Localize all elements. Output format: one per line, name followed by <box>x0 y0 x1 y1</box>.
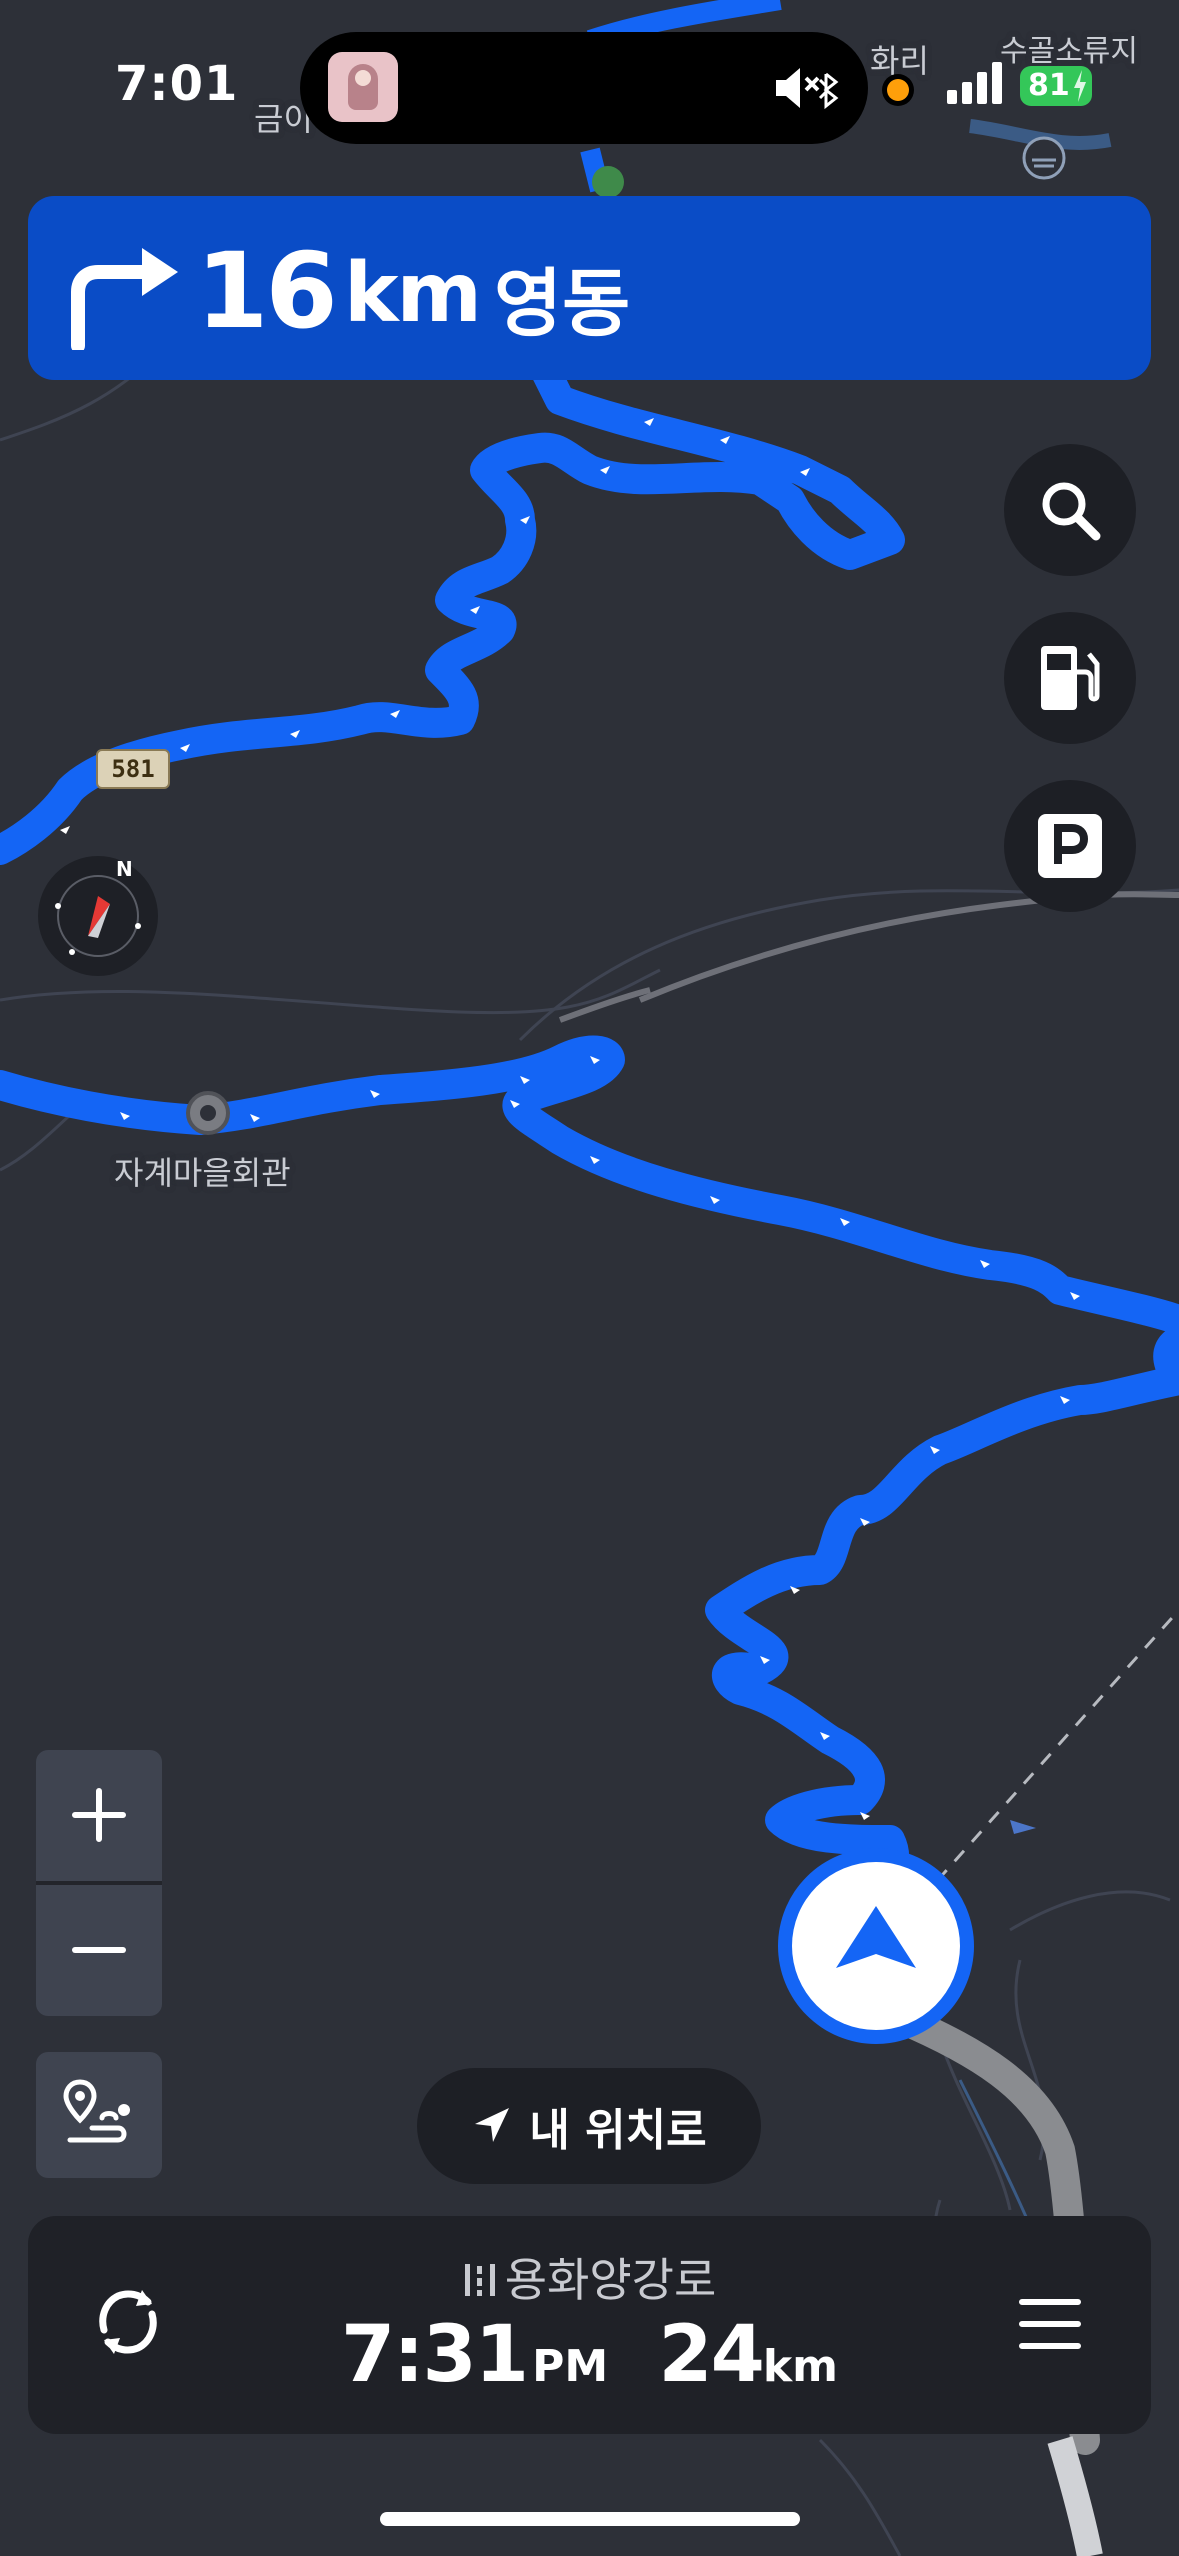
gas-station-button[interactable] <box>1004 612 1136 744</box>
trip-summary-panel: 용화양강로 7:31 PM 24km <box>28 2216 1151 2434</box>
map-label-place-2: 화리 <box>870 42 929 80</box>
map-dashed-boundary <box>918 1609 1179 1901</box>
turn-instruction-banner[interactable]: 16 km 영동 <box>28 196 1151 380</box>
map-label-community-hall: 자계마을회관 <box>114 1154 291 1192</box>
map-minor-roads <box>0 238 1179 2556</box>
navigation-route <box>0 345 1179 1905</box>
compass-icon: N <box>55 857 141 957</box>
battery-indicator: 81 <box>1020 66 1092 106</box>
fuel-pump-icon <box>1041 646 1100 710</box>
current-road-name: 용화양강로 <box>504 2253 717 2307</box>
cellular-signal-icon <box>947 62 1002 104</box>
minus-icon <box>72 1947 126 1953</box>
plus-icon <box>72 1788 126 1842</box>
search-icon <box>1042 482 1101 541</box>
battery-level: 81 <box>1028 68 1070 103</box>
eta-line: 7:31 PM 24km <box>28 2310 1151 2400</box>
right-turn-arrow-icon <box>71 248 178 350</box>
route-number-badge: 581 <box>96 749 170 789</box>
privacy-indicator-dot <box>887 79 909 101</box>
zoom-controls <box>36 1750 162 2016</box>
charging-bolt-icon <box>1074 70 1086 102</box>
compass-button[interactable]: N <box>38 856 158 976</box>
home-indicator[interactable] <box>380 2512 800 2526</box>
parking-button[interactable] <box>1004 780 1136 912</box>
remaining-distance: 24 <box>658 2310 765 2400</box>
water-icon <box>969 119 1112 180</box>
menu-button[interactable] <box>1018 2296 1082 2352</box>
status-time: 7:01 <box>115 56 239 112</box>
location-arrow-icon <box>475 2108 510 2142</box>
current-road: 용화양강로 <box>28 2244 1151 2310</box>
eta-time: 7:31 <box>341 2310 529 2400</box>
map-highway <box>638 891 1179 1003</box>
map-poi-marker[interactable] <box>592 166 624 198</box>
zoom-out-button[interactable] <box>36 1885 162 2015</box>
map-label-reservoir: 수골소류지 <box>1000 34 1138 69</box>
search-button[interactable] <box>1004 444 1136 576</box>
my-location-button[interactable]: 내 위치로 <box>417 2068 761 2184</box>
route-pin-icon <box>63 2079 130 2143</box>
current-position-puck <box>778 1848 974 2044</box>
route-overview-button[interactable] <box>36 2052 162 2178</box>
now-playing-thumbnail[interactable] <box>328 52 398 122</box>
turn-destination: 영동 <box>494 261 631 347</box>
my-location-label: 내 위치로 <box>529 2105 707 2156</box>
parking-icon <box>1038 814 1102 878</box>
dynamic-island[interactable] <box>300 32 868 144</box>
eta-period: PM <box>532 2341 609 2392</box>
compass-north-letter: N <box>116 857 133 881</box>
turn-distance-unit: km <box>344 246 482 341</box>
speaker-bluetooth-icon <box>776 68 839 110</box>
zoom-in-button[interactable] <box>36 1750 162 1880</box>
remaining-distance-unit: km <box>762 2341 838 2392</box>
turn-distance: 16 <box>196 230 338 352</box>
road-icon <box>464 2264 495 2296</box>
